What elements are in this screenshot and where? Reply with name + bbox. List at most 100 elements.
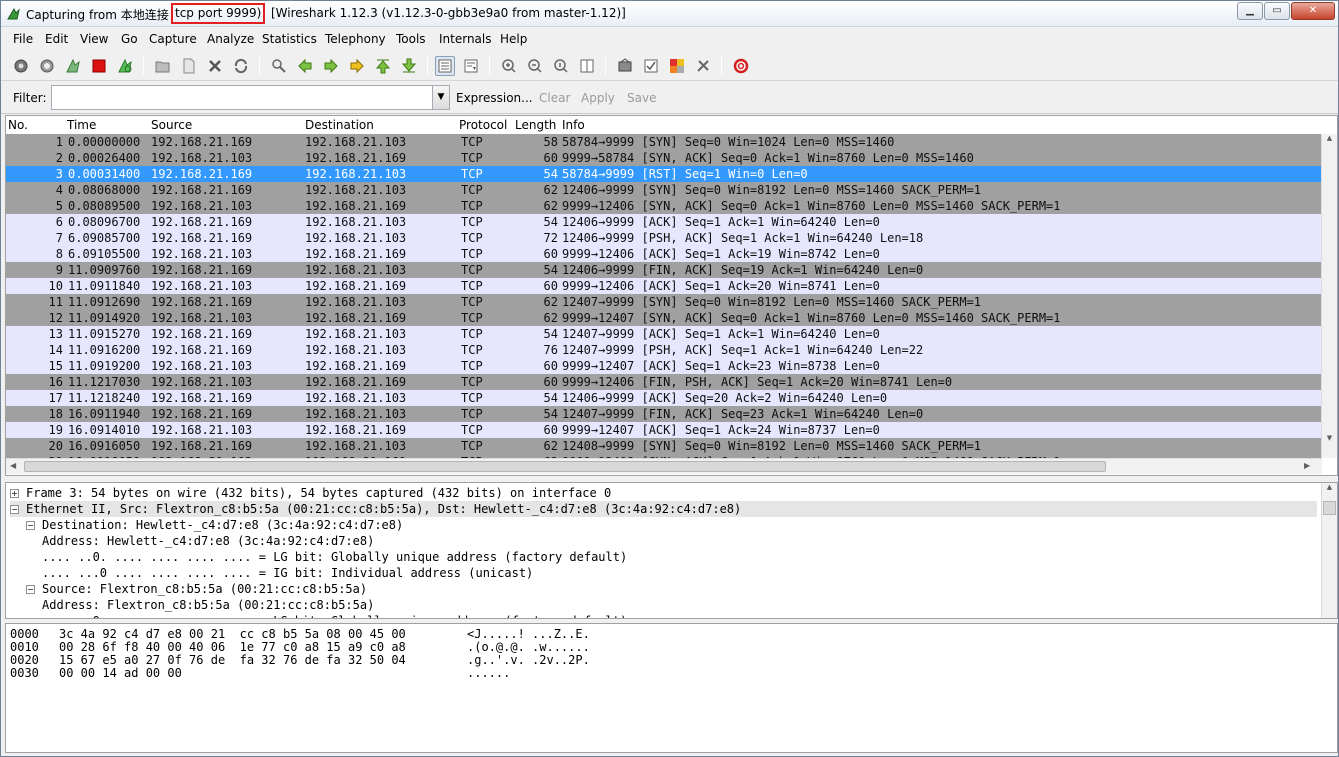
save-file-icon[interactable] (179, 56, 199, 76)
colorize-icon[interactable] (435, 56, 455, 76)
packet-source: 192.168.21.169 (151, 343, 253, 357)
detail-tree-item[interactable]: − Destination: Hewlett-_c4:d7:e8 (3c:4a:9… (26, 517, 1317, 533)
packet-length: 62 (543, 439, 558, 453)
go-to-packet-icon[interactable] (347, 56, 367, 76)
coloring-rules-icon[interactable] (667, 56, 687, 76)
packet-info: 12407→9999 [PSH, ACK] Seq=1 Ack=1 Win=64… (562, 343, 924, 357)
packet-row[interactable]: 16 11.1217030 192.168.21.103 192.168.21.169… (6, 374, 1322, 390)
detail-tree-item[interactable]: − Source: Flextron_c8:b5:5a (00:21:cc:c8:… (26, 581, 1317, 597)
detail-tree-item[interactable]: Address: Hewlett-_c4:d7:e8 (3c:4a:92:c4:… (42, 533, 1317, 549)
packet-row[interactable]: 9 11.0909760 192.168.21.169 192.168.21.103 T… (6, 262, 1322, 278)
minimize-button[interactable]: ▁ (1237, 2, 1263, 20)
maximize-button[interactable]: ▭ (1264, 2, 1290, 20)
menu-capture[interactable]: Capture (149, 32, 197, 46)
packet-details-vertical-scrollbar[interactable]: ▲ (1321, 483, 1337, 618)
column-header-source[interactable]: Source (151, 118, 192, 132)
packet-row[interactable]: 12 11.0914920 192.168.21.103 192.168.21.169… (6, 310, 1322, 326)
detail-tree-item[interactable]: .... ..0. .... .... .... .... = LG bit: … (42, 549, 1317, 565)
packet-list-vertical-scrollbar[interactable]: ▲ ▼ (1321, 134, 1337, 458)
scroll-right-icon[interactable]: ▶ (1304, 461, 1310, 470)
details-scroll-up-icon[interactable]: ▲ (1324, 483, 1335, 491)
go-back-icon[interactable] (295, 56, 315, 76)
menu-help[interactable]: Help (500, 32, 527, 46)
zoom-in-icon[interactable] (499, 56, 519, 76)
packet-row[interactable]: 6 0.08096700 192.168.21.169 192.168.21.103 T… (6, 214, 1322, 230)
collapse-icon[interactable]: − (26, 585, 35, 594)
reload-icon[interactable] (231, 56, 251, 76)
collapse-icon[interactable]: − (26, 521, 35, 530)
expression-button[interactable]: Expression... (456, 91, 533, 105)
display-filters-icon[interactable] (641, 56, 661, 76)
open-file-icon[interactable] (153, 56, 173, 76)
menu-telephony[interactable]: Telephony (325, 32, 386, 46)
packet-source: 192.168.21.169 (151, 135, 253, 149)
packet-row[interactable]: 18 16.0911940 192.168.21.169 192.168.21.103… (6, 406, 1322, 422)
save-button[interactable]: Save (627, 91, 656, 105)
find-packet-icon[interactable] (269, 56, 289, 76)
go-forward-icon[interactable] (321, 56, 341, 76)
menu-tools[interactable]: Tools (396, 32, 426, 46)
packet-row[interactable]: 10 11.0911840 192.168.21.103 192.168.21.169… (6, 278, 1322, 294)
packet-row[interactable]: 17 11.1218240 192.168.21.169 192.168.21.103… (6, 390, 1322, 406)
expand-icon[interactable]: + (10, 489, 19, 498)
packet-row[interactable]: 19 16.0914010 192.168.21.103 192.168.21.169… (6, 422, 1322, 438)
packet-row[interactable]: 4 0.08068000 192.168.21.169 192.168.21.103 T… (6, 182, 1322, 198)
detail-tree-item[interactable]: Address: Flextron_c8:b5:5a (00:21:cc:c8:… (42, 597, 1317, 613)
scroll-up-icon[interactable]: ▲ (1324, 134, 1335, 142)
menu-statistics[interactable]: Statistics (262, 32, 317, 46)
scroll-left-icon[interactable]: ◀ (10, 461, 16, 470)
filter-dropdown-arrow-icon[interactable]: ▼ (432, 85, 450, 110)
stop-capture-icon[interactable] (89, 56, 109, 76)
packet-row[interactable]: 1 0.00000000 192.168.21.169 192.168.21.103 T… (6, 134, 1322, 150)
detail-tree-item[interactable]: + Frame 3: 54 bytes on wire (432 bits), 5… (10, 485, 1317, 501)
clear-button[interactable]: Clear (539, 91, 570, 105)
go-last-packet-icon[interactable] (399, 56, 419, 76)
horizontal-scroll-thumb[interactable] (24, 461, 1106, 472)
column-header-protocol[interactable]: Protocol (459, 118, 507, 132)
packet-row[interactable]: 8 6.09105500 192.168.21.103 192.168.21.169 T… (6, 246, 1322, 262)
display-filter-input[interactable] (51, 85, 434, 110)
menu-file[interactable]: File (13, 32, 33, 46)
menu-analyze[interactable]: Analyze (207, 32, 254, 46)
details-scroll-thumb[interactable] (1323, 501, 1336, 515)
resize-columns-icon[interactable] (577, 56, 597, 76)
apply-button[interactable]: Apply (581, 91, 615, 105)
go-first-packet-icon[interactable] (373, 56, 393, 76)
menu-internals[interactable]: Internals (439, 32, 492, 46)
packet-row[interactable]: 15 11.0919200 192.168.21.103 192.168.21.169… (6, 358, 1322, 374)
column-header-info[interactable]: Info (562, 118, 585, 132)
auto-scroll-icon[interactable] (461, 56, 481, 76)
zoom-out-icon[interactable] (525, 56, 545, 76)
column-header-time[interactable]: Time (67, 118, 96, 132)
normal-size-icon[interactable] (551, 56, 571, 76)
column-header-length[interactable]: Length (515, 118, 556, 132)
detail-tree-item[interactable]: .... ...0 .... .... .... .... = IG bit: … (42, 565, 1317, 581)
packet-row[interactable]: 3 0.00031400 192.168.21.169 192.168.21.103 T… (6, 166, 1322, 182)
restart-capture-icon[interactable] (115, 56, 135, 76)
menu-go[interactable]: Go (121, 32, 138, 46)
capture-filters-icon[interactable] (615, 56, 635, 76)
packet-row[interactable]: 14 11.0916200 192.168.21.169 192.168.21.103… (6, 342, 1322, 358)
close-file-icon[interactable] (205, 56, 225, 76)
column-header-no[interactable]: No. (8, 118, 28, 132)
packet-row[interactable]: 11 11.0912690 192.168.21.169 192.168.21.103… (6, 294, 1322, 310)
packet-row[interactable]: 13 11.0915270 192.168.21.169 192.168.21.103… (6, 326, 1322, 342)
scroll-down-icon[interactable]: ▼ (1323, 434, 1336, 450)
packet-row[interactable]: 20 16.0916050 192.168.21.169 192.168.21.103… (6, 438, 1322, 454)
menu-edit[interactable]: Edit (45, 32, 68, 46)
detail-tree-item[interactable]: − Ethernet II, Src: Flextron_c8:b5:5a (00… (10, 501, 1317, 517)
menu-view[interactable]: View (80, 32, 108, 46)
collapse-icon[interactable]: − (10, 505, 19, 514)
detail-tree-item[interactable]: .... ..0. .... .... .... .... = LG bit: … (42, 613, 1317, 618)
start-capture-icon[interactable] (63, 56, 83, 76)
column-header-destination[interactable]: Destination (305, 118, 374, 132)
help-icon[interactable] (731, 56, 751, 76)
capture-options-icon[interactable] (37, 56, 57, 76)
packet-row[interactable]: 5 0.08089500 192.168.21.103 192.168.21.169 T… (6, 198, 1322, 214)
packet-row[interactable]: 7 6.09085700 192.168.21.169 192.168.21.103 T… (6, 230, 1322, 246)
packet-row[interactable]: 2 0.00026400 192.168.21.103 192.168.21.169 T… (6, 150, 1322, 166)
close-button[interactable]: ✕ (1291, 2, 1335, 20)
packet-list-horizontal-scrollbar[interactable]: ◀ ▶ (6, 458, 1322, 474)
preferences-icon[interactable] (693, 56, 713, 76)
interfaces-icon[interactable] (11, 56, 31, 76)
